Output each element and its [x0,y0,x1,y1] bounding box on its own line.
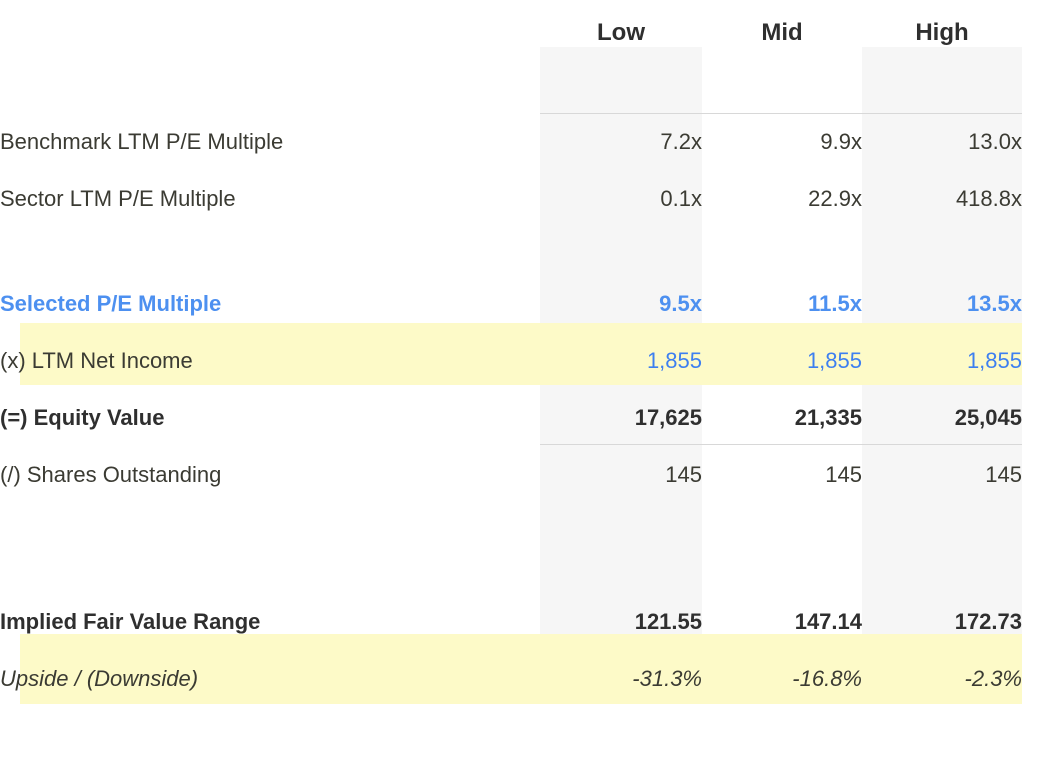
row-value-low: 121.55 [634,608,702,634]
row-label: Implied Fair Value Range [0,608,261,634]
spacer-cell [540,503,702,593]
row-value-high: 1,855 [966,347,1022,373]
row-value-low: 7.2x [660,128,702,154]
row-pad [1022,170,1052,227]
row-value-high: 145 [985,461,1022,487]
row-pad [1022,650,1052,707]
row-value-mid: 22.9x [808,185,862,211]
row-value-mid: 21,335 [794,404,862,430]
table-row-implied-fair-value: Implied Fair Value Range 121.55 147.14 1… [0,593,1052,650]
spacer-cell [702,227,862,275]
spacer-cell [0,503,540,593]
table-row: (x) LTM Net Income 1,855 1,855 1,855 [0,332,1052,389]
row-value-low: 0.1x [660,185,702,211]
spacer-cell [702,66,862,113]
row-value-mid: 1,855 [806,347,862,373]
column-header-pad [1022,0,1052,66]
table-header-row: Low Mid High [0,0,1052,66]
spacer-cell [540,66,702,113]
table-row: (/) Shares Outstanding 145 145 145 [0,446,1052,503]
row-value-mid: 9.9x [820,128,862,154]
spacer-row [0,227,1052,275]
row-value-low: 1,855 [646,347,702,373]
row-value-mid: 11.5x [808,290,862,316]
spacer-cell [0,227,540,275]
row-value-high: 25,045 [954,404,1022,430]
row-value-low: 145 [665,461,702,487]
spacer-cell [862,66,1022,113]
row-value-mid: 147.14 [794,608,862,634]
spacer-cell [0,66,540,113]
row-value-mid: 145 [825,461,862,487]
row-pad [1022,446,1052,503]
spacer-cell [1022,503,1052,593]
table-row-upside-downside: Upside / (Downside) -31.3% -16.8% -2.3% [0,650,1052,707]
row-pad [1022,275,1052,332]
table-row: Sector LTM P/E Multiple 0.1x 22.9x 418.8… [0,170,1052,227]
table-row: Benchmark LTM P/E Multiple 7.2x 9.9x 13.… [0,113,1052,170]
column-header-high: High [915,19,969,46]
row-label: (x) LTM Net Income [0,347,193,373]
valuation-table: Low Mid High Benchmark LTM P/E Multiple … [0,0,1052,707]
row-value-high: 13.5x [966,290,1022,316]
spacer-cell [1022,227,1052,275]
row-value-mid: -16.8% [792,665,862,691]
column-header-label [0,0,540,66]
row-value-high: -2.3% [964,665,1022,691]
spacer-row [0,503,1052,593]
row-label: Sector LTM P/E Multiple [0,185,236,211]
row-value-high: 172.73 [954,608,1022,634]
spacer-cell [540,227,702,275]
row-value-low: -31.3% [632,665,702,691]
row-pad [1022,389,1052,446]
spacer-cell [702,503,862,593]
row-value-high: 418.8x [955,185,1022,211]
row-label: Benchmark LTM P/E Multiple [0,128,284,154]
row-label: Upside / (Downside) [0,665,199,691]
column-header-mid: Mid [761,19,803,46]
spacer-cell [862,227,1022,275]
row-value-low: 17,625 [634,404,702,430]
row-pad [1022,332,1052,389]
row-pad [1022,593,1052,650]
valuation-table-panel: Low Mid High Benchmark LTM P/E Multiple … [0,0,1052,772]
row-value-low: 9.5x [659,290,702,316]
row-label: Selected P/E Multiple [0,290,222,316]
spacer-cell [862,503,1022,593]
table-row: (=) Equity Value 17,625 21,335 25,045 [0,389,1052,446]
spacer-cell [1022,66,1052,113]
row-label: (=) Equity Value [0,404,165,430]
row-pad [1022,113,1052,170]
row-label: (/) Shares Outstanding [0,461,222,487]
table-row-selected-multiple: Selected P/E Multiple 9.5x 11.5x 13.5x [0,275,1052,332]
header-spacer-row [0,66,1052,113]
row-value-high: 13.0x [968,128,1022,154]
column-header-low: Low [597,19,645,46]
